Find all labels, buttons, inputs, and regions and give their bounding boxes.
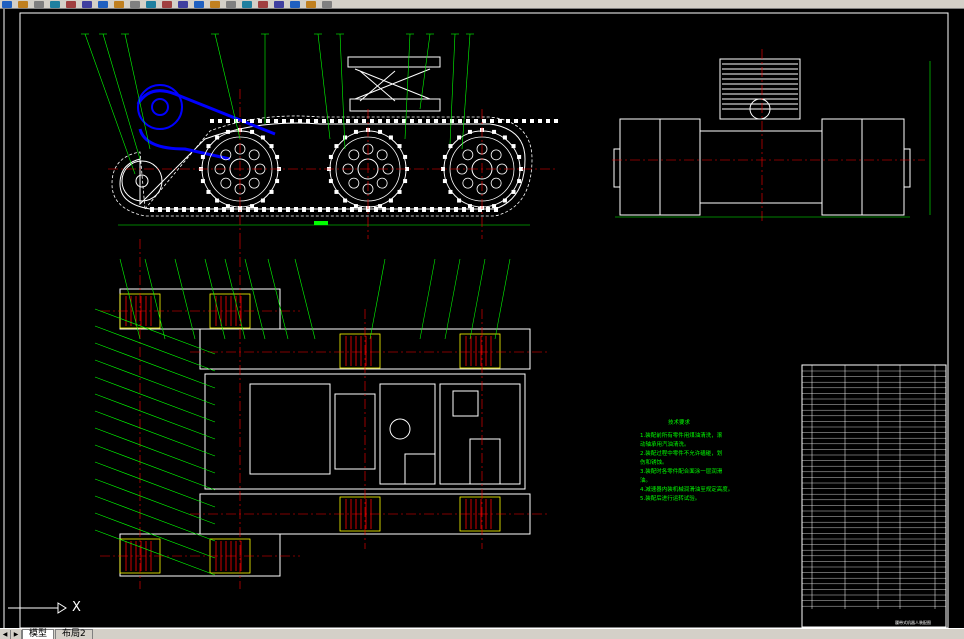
standard-toolbar [0,0,964,9]
tech-notes-title: 技术要求 [668,418,691,426]
drawing-canvas[interactable]: 技术要求 1.装配前所有零件用煤油清洗，滚 动轴承用汽油清洗。2.装配过程中零件… [0,9,964,628]
leader-line [119,258,141,340]
leader-line [214,33,241,140]
title-block-caption: 履带式机器人装配图 [895,619,931,625]
leader-line [174,258,196,340]
leader-line [94,342,216,389]
tech-note-line: 油。 [640,476,651,484]
pan-icon[interactable] [114,0,124,8]
leader-line [444,258,461,340]
undo-icon[interactable] [82,0,92,8]
leader-line [419,33,431,110]
print-icon[interactable] [34,0,44,8]
save-icon[interactable] [18,0,28,8]
tech-note-line: 动轴承用汽油清洗。 [640,440,690,448]
plan-balloon-leaders [94,258,511,576]
leader-line [94,461,216,508]
leader-line [94,478,216,525]
leader-line [494,258,511,340]
leader-line [294,258,316,340]
title-block: 履带式机器人装配图 [801,364,947,628]
leader-line [339,33,346,150]
zoom-window-icon[interactable] [146,0,156,8]
technical-requirements: 技术要求 1.装配前所有零件用煤油清洗，滚 动轴承用汽油清洗。2.装配过程中零件… [640,418,733,502]
plan-view [119,288,531,577]
leader-line [94,410,216,457]
ucs-arrow-icon [8,602,67,614]
color-icon[interactable] [322,0,332,8]
leader-line [94,512,216,559]
designcenter-icon[interactable] [194,0,204,8]
markup-icon[interactable] [242,0,252,8]
tech-note-line: 2.装配过程中零件不允许磕碰，划 [640,449,722,457]
side-view [108,56,558,239]
leader-line [94,325,216,372]
layer-icon[interactable] [290,0,300,8]
leader-line [94,359,216,406]
leader-line [404,33,411,140]
leader-line [84,33,136,175]
redo-icon[interactable] [98,0,108,8]
layout-tabs: ◀ ▶ 模型 布局2 [0,628,964,639]
leader-line [94,393,216,440]
leader-line [144,258,166,340]
leader-line [469,258,486,340]
leader-line [317,33,331,140]
properties-icon[interactable] [178,0,188,8]
leader-line [369,258,386,340]
drawing-border [19,12,949,628]
ucs-x-label: X [72,600,81,615]
leader-line [204,258,226,340]
open-icon[interactable] [2,0,12,8]
leader-line [94,444,216,491]
tech-note-line: 1.装配前所有零件用煤油清洗，滚 [640,431,723,439]
leader-line [102,33,141,160]
tech-note-line: 5.装配后进行运转试验。 [640,494,700,502]
leader-line [244,258,266,340]
leader-line [449,33,456,145]
leader-line [94,308,216,355]
zoom-previous-icon[interactable] [162,0,172,8]
preview-icon[interactable] [50,0,60,8]
zoom-realtime-icon[interactable] [130,0,140,8]
layer-state-icon[interactable] [306,0,316,8]
leader-line [224,258,246,340]
calculator-icon[interactable] [258,0,268,8]
tech-note-line: 伤和锈蚀。 [640,458,668,466]
sheetset-icon[interactable] [226,0,236,8]
help-icon[interactable] [274,0,284,8]
wheel-section-3 [339,333,381,369]
leader-line [267,258,289,340]
plan-view-wheels [119,293,501,574]
end-view [612,49,931,224]
tech-note-line: 4.减速器内装机械润滑油至规定高度。 [640,485,733,493]
toolpalettes-icon[interactable] [210,0,220,8]
tech-note-line: 3.装配时各零件配合面涂一层润滑 [640,467,723,475]
ucs-icon: X [8,598,81,622]
plan-view-centerlines [100,239,550,589]
leader-line [94,529,216,576]
leader-line [94,376,216,423]
publish-icon[interactable] [66,0,76,8]
leader-line [124,33,151,150]
leader-line [94,427,216,474]
leader-line [419,258,436,340]
wheel-section-4 [459,333,501,369]
